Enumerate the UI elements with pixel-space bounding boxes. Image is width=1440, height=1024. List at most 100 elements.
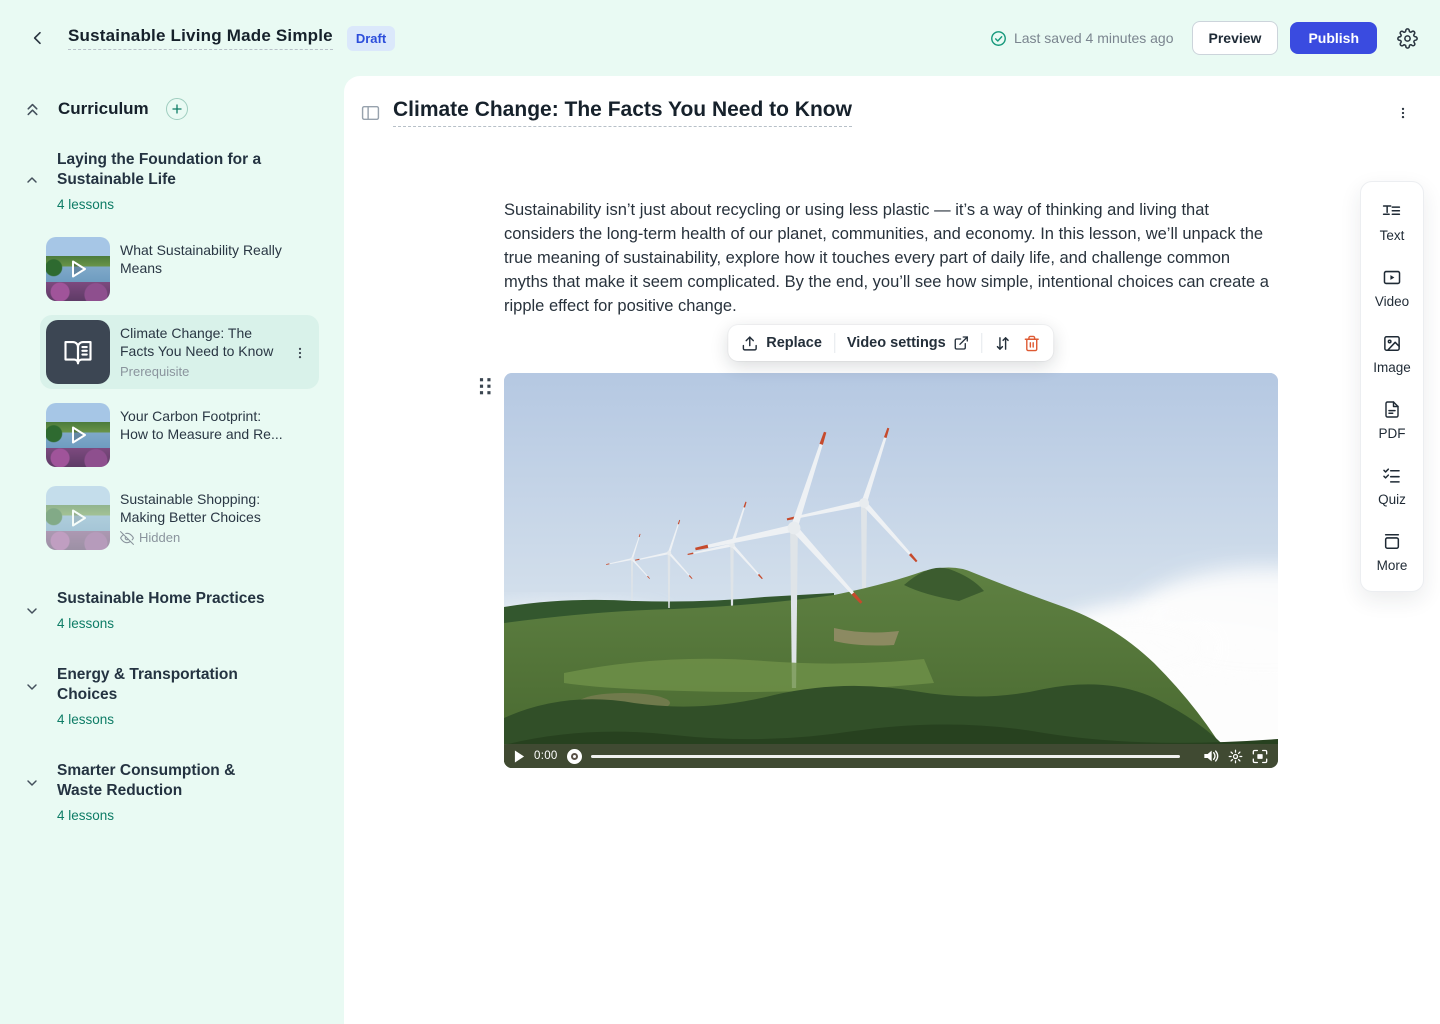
section-lesson-count: 4 lessons	[57, 197, 319, 212]
image-block-icon	[1382, 334, 1402, 353]
lesson-editor: Climate Change: The Facts You Need to Kn…	[344, 76, 1440, 1024]
back-button[interactable]	[24, 24, 52, 52]
insert-text-button[interactable]: Text	[1380, 202, 1405, 243]
course-settings-button[interactable]	[1397, 28, 1418, 49]
chevron-down-icon	[24, 775, 40, 791]
chevron-down-icon	[24, 603, 40, 619]
play-icon	[66, 506, 90, 530]
topbar: Sustainable Living Made Simple Draft Las…	[0, 0, 1440, 76]
hidden-icon	[120, 531, 134, 545]
lesson-page-title[interactable]: Climate Change: The Facts You Need to Kn…	[393, 98, 852, 127]
video-settings-button[interactable]: Video settings	[847, 335, 970, 351]
lesson-list: What Sustainability Really Means Climate…	[40, 232, 319, 555]
lesson-video-thumbnail	[46, 486, 110, 550]
lesson-video-thumbnail	[46, 237, 110, 301]
lesson-title: Your Carbon Footprint: How to Measure an…	[120, 407, 286, 443]
settings-gear-icon	[1397, 28, 1418, 49]
fullscreen-icon	[1252, 749, 1268, 764]
insert-pdf-button[interactable]: PDF	[1379, 400, 1406, 441]
image-label: Image	[1373, 360, 1411, 375]
back-icon	[30, 30, 46, 46]
reading-icon	[63, 337, 93, 367]
current-time: 0:00	[534, 750, 558, 762]
lesson-item-climate-change[interactable]: Climate Change: The Facts You Need to Kn…	[40, 315, 319, 389]
section-lesson-count: 4 lessons	[57, 808, 267, 823]
curriculum-sidebar: Curriculum Laying the Foundation for a S…	[0, 76, 344, 1024]
lesson-menu-button[interactable]	[293, 345, 307, 361]
lesson-options-button[interactable]	[1392, 100, 1414, 126]
chevron-down-icon	[24, 679, 40, 695]
player-gear-icon	[1228, 749, 1243, 764]
replace-icon	[741, 335, 758, 352]
curriculum-section: Smarter Consumption & Waste Reduction 4 …	[24, 761, 330, 823]
video-controls-bar: 0:00	[504, 744, 1278, 768]
publish-button[interactable]: Publish	[1290, 22, 1377, 54]
section-expand-button[interactable]	[24, 665, 40, 727]
chevron-up-icon	[24, 172, 40, 188]
progress-track[interactable]	[591, 755, 1180, 758]
video-block-icon	[1382, 268, 1402, 287]
section-collapse-button[interactable]	[24, 150, 40, 555]
section-expand-button[interactable]	[24, 589, 40, 631]
lesson-item-what-sustainability[interactable]: What Sustainability Really Means	[40, 232, 319, 306]
kebab-icon	[1396, 104, 1410, 122]
insert-quiz-button[interactable]: Quiz	[1378, 466, 1406, 507]
reorder-icon	[995, 335, 1012, 352]
last-saved-text: Last saved 4 minutes ago	[1014, 30, 1174, 46]
fullscreen-button[interactable]	[1252, 749, 1268, 764]
drag-handle-icon	[479, 377, 492, 396]
pdf-block-icon	[1383, 400, 1401, 419]
player-settings-button[interactable]	[1228, 749, 1243, 764]
section-title[interactable]: Laying the Foundation for a Sustainable …	[57, 150, 267, 190]
curriculum-section: Laying the Foundation for a Sustainable …	[24, 150, 330, 555]
lesson-title: What Sustainability Really Means	[120, 241, 286, 277]
toolbar-divider	[834, 333, 835, 353]
collapse-all-icon[interactable]	[24, 101, 41, 118]
play-button[interactable]	[514, 750, 525, 763]
insert-video-button[interactable]: Video	[1375, 268, 1409, 309]
insert-more-button[interactable]: More	[1377, 532, 1408, 573]
section-lesson-count: 4 lessons	[57, 616, 265, 631]
course-title[interactable]: Sustainable Living Made Simple	[68, 26, 333, 50]
volume-icon	[1203, 749, 1219, 763]
video-label: Video	[1375, 294, 1409, 309]
quiz-label: Quiz	[1378, 492, 1406, 507]
toolbar-divider	[982, 333, 983, 353]
pdf-label: PDF	[1379, 426, 1406, 441]
section-title[interactable]: Sustainable Home Practices	[57, 589, 265, 609]
replace-video-button[interactable]: Replace	[741, 335, 822, 352]
lesson-item-sustainable-shopping[interactable]: Sustainable Shopping: Making Better Choi…	[40, 481, 319, 555]
video-settings-label: Video settings	[847, 335, 946, 351]
preview-button[interactable]: Preview	[1192, 21, 1279, 55]
curriculum-section: Energy & Transportation Choices 4 lesson…	[24, 665, 330, 727]
add-section-icon	[171, 103, 183, 115]
lesson-intro-paragraph[interactable]: Sustainability isn’t just about recyclin…	[504, 198, 1278, 318]
quiz-block-icon	[1382, 466, 1401, 485]
text-label: Text	[1380, 228, 1405, 243]
add-section-button[interactable]	[166, 98, 188, 120]
lesson-title: Sustainable Shopping: Making Better Choi…	[120, 490, 286, 526]
lesson-reading-tile	[46, 320, 110, 384]
volume-button[interactable]	[1203, 749, 1219, 763]
lesson-item-carbon-footprint[interactable]: Your Carbon Footprint: How to Measure an…	[40, 398, 319, 472]
curriculum-heading: Curriculum	[58, 99, 149, 119]
external-link-icon	[954, 335, 970, 351]
panel-toggle-button[interactable]	[361, 105, 380, 121]
play-icon	[66, 423, 90, 447]
scrubber-handle[interactable]	[567, 749, 582, 764]
saved-check-icon	[990, 30, 1007, 47]
video-player[interactable]: 0:00	[504, 373, 1278, 768]
lesson-badge-hidden: Hidden	[139, 530, 180, 545]
delete-block-button[interactable]	[1024, 335, 1041, 352]
more-label: More	[1377, 558, 1408, 573]
play-icon	[66, 257, 90, 281]
panel-toggle-icon	[361, 105, 380, 121]
insert-image-button[interactable]: Image	[1373, 334, 1411, 375]
block-drag-handle[interactable]	[479, 377, 492, 396]
section-expand-button[interactable]	[24, 761, 40, 823]
section-title[interactable]: Energy & Transportation Choices	[57, 665, 267, 705]
reorder-block-button[interactable]	[995, 335, 1012, 352]
lesson-video-thumbnail	[46, 403, 110, 467]
section-title[interactable]: Smarter Consumption & Waste Reduction	[57, 761, 267, 801]
curriculum-section: Sustainable Home Practices 4 lessons	[24, 589, 330, 631]
